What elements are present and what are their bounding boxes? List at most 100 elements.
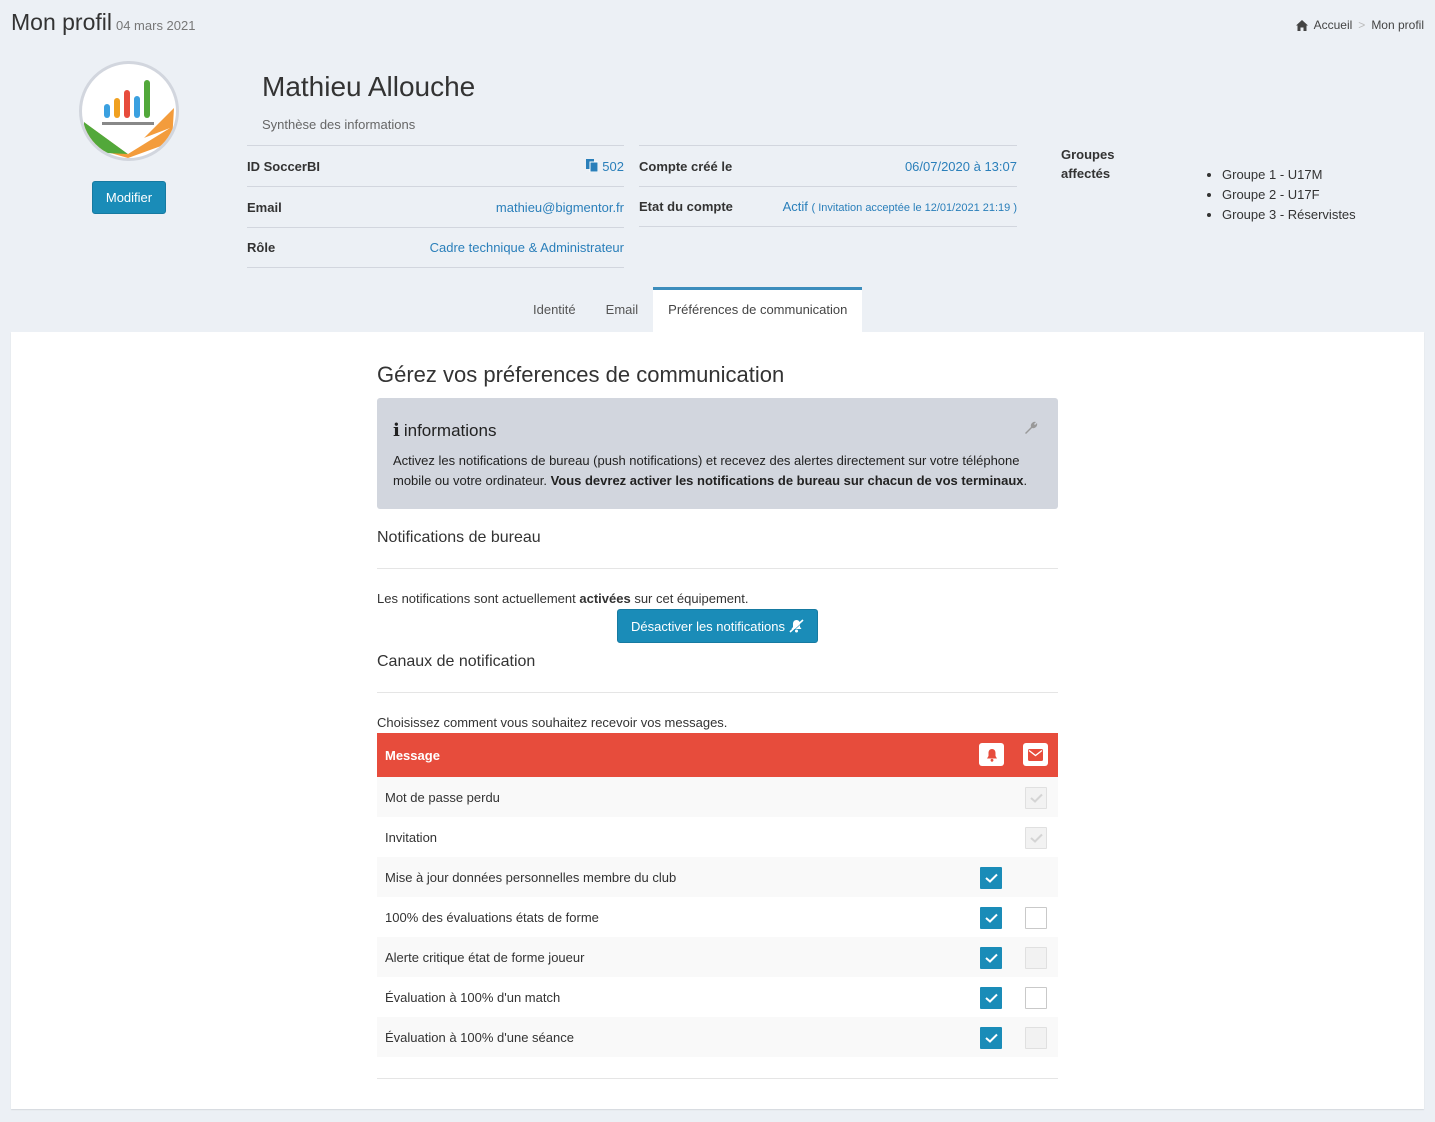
table-row: Mot de passe perdu	[377, 777, 1058, 817]
info-bold: Vous devrez activer les notifications de…	[550, 473, 1024, 488]
info-end: .	[1023, 473, 1028, 488]
id-value[interactable]: 502	[586, 158, 624, 174]
info-row-created: Compte créé le 06/07/2020 à 13:07	[639, 145, 1017, 186]
row-label: Invitation	[385, 829, 438, 845]
table-body: Mot de passe perdu Invitation Mise à jour …	[377, 777, 1058, 1057]
divider	[377, 1078, 1058, 1079]
table-row: 100% des évaluations états de forme	[377, 897, 1058, 937]
home-icon	[1295, 19, 1308, 31]
created-label: Compte créé le	[639, 158, 733, 174]
page-date: 04 mars 2021	[115, 18, 196, 33]
table-row: Mise à jour données personnelles membre …	[377, 857, 1058, 897]
row-label: Mise à jour données personnelles membre …	[385, 869, 677, 885]
push-checkbox[interactable]	[980, 1027, 1002, 1049]
table-row: Invitation	[377, 817, 1058, 857]
breadcrumb-separator: >	[1358, 18, 1366, 32]
info-body: Activez les notifications de bureau (pus…	[393, 451, 1042, 491]
preferences-content: Gérez vos préferences de communication i…	[11, 332, 1424, 1109]
deactivate-notifications-button[interactable]: Désactiver les notifications	[617, 609, 818, 643]
page-title-text: Mon profil	[11, 9, 112, 35]
row-label: Évaluation à 100% d'une séance	[385, 1029, 574, 1045]
group-item: Groupe 1 - U17M	[1222, 165, 1356, 185]
id-number: 502	[602, 158, 624, 174]
avatar	[79, 61, 179, 161]
push-checkbox[interactable]	[980, 947, 1002, 969]
push-checkbox[interactable]	[980, 987, 1002, 1009]
divider	[377, 692, 1058, 693]
push-checkbox[interactable]	[980, 907, 1002, 929]
envelope-icon	[1028, 748, 1043, 761]
group-item: Groupe 2 - U17F	[1222, 185, 1356, 205]
info-title: informations	[403, 420, 497, 440]
profile-tabs: Identité Email Préférences de communicat…	[518, 287, 863, 332]
info-row-id: ID SoccerBI 502	[247, 145, 624, 186]
status-post: sur cet équipement.	[634, 591, 749, 606]
wrench-icon[interactable]	[1024, 421, 1038, 435]
status-label: Etat du compte	[639, 199, 733, 214]
info-row-email: Email mathieu@bigmentor.fr	[247, 186, 624, 227]
profile-subtitle: Synthèse des informations	[262, 117, 416, 132]
email-column-header	[1023, 743, 1048, 766]
status-pre: Les notifications sont actuellement	[377, 591, 576, 606]
soccerbi-logo-icon	[84, 80, 174, 158]
tab-email[interactable]: Email	[591, 287, 654, 332]
email-checkbox[interactable]	[1025, 907, 1047, 929]
status-text: Actif	[782, 199, 808, 214]
table-row: Alerte critique état de forme joueur	[377, 937, 1058, 977]
status-bold: activées	[579, 591, 631, 606]
status-value: Actif ( Invitation acceptée le 12/01/202…	[783, 199, 1017, 214]
modifier-button[interactable]: Modifier	[92, 181, 166, 214]
role-value: Cadre technique & Administrateur	[429, 240, 624, 255]
status-detail: ( Invitation acceptée le 12/01/2021 21:1…	[811, 202, 1017, 214]
info-heading: i informations	[393, 420, 1042, 441]
notification-table: Message Mot de passe perdu Invitation Mise…	[377, 733, 1058, 1057]
email-checkbox[interactable]	[1025, 987, 1047, 1009]
breadcrumb-home[interactable]: Accueil	[1314, 18, 1353, 32]
info-callout: i informations Activez les notifications…	[377, 398, 1058, 509]
created-value: 06/07/2020 à 13:07	[904, 158, 1017, 174]
check-icon	[1029, 793, 1043, 803]
row-label: Alerte critique état de forme joueur	[385, 949, 585, 965]
bell-slash-icon	[789, 619, 804, 633]
check-icon	[984, 1033, 998, 1043]
table-header: Message	[377, 733, 1058, 777]
check-icon	[984, 953, 998, 963]
info-row-role: Rôle Cadre technique & Administrateur	[247, 227, 624, 268]
info-icon: i	[393, 420, 400, 441]
desktop-notifications-title: Notifications de bureau	[377, 529, 541, 546]
tab-identite[interactable]: Identité	[518, 287, 591, 332]
channels-text: Choisissez comment vous souhaitez recevo…	[377, 715, 728, 730]
table-row: Évaluation à 100% d'un match	[377, 977, 1058, 1017]
table-row: Évaluation à 100% d'une séance	[377, 1017, 1058, 1057]
tab-preferences[interactable]: Préférences de communication	[653, 287, 863, 332]
email-checkbox	[1025, 1027, 1047, 1049]
push-checkbox[interactable]	[980, 867, 1002, 889]
copy-icon	[586, 158, 599, 172]
email-checkbox	[1025, 827, 1047, 849]
id-label: ID SoccerBI	[247, 158, 320, 174]
channels-title: Canaux de notification	[377, 653, 536, 670]
notification-status: Les notifications sont actuellement acti…	[377, 591, 749, 606]
deactivate-label: Désactiver les notifications	[631, 618, 785, 634]
groups-label: Groupes affectés	[1061, 147, 1115, 181]
email-checkbox	[1025, 947, 1047, 969]
info-table-left: ID SoccerBI 502 Email mathieu@bigmentor.…	[247, 145, 624, 268]
row-label: Mot de passe perdu	[385, 789, 500, 805]
email-value[interactable]: mathieu@bigmentor.fr	[496, 200, 624, 215]
info-table-right: Compte créé le 06/07/2020 à 13:07 Etat d…	[639, 145, 1017, 227]
info-row-status: Etat du compte Actif ( Invitation accept…	[639, 186, 1017, 227]
section-title: Gérez vos préferences de communication	[377, 362, 785, 387]
push-column-header	[979, 743, 1004, 766]
bell-icon	[986, 748, 997, 762]
row-label: 100% des évaluations états de forme	[385, 909, 599, 925]
role-label: Rôle	[247, 240, 276, 255]
check-icon	[984, 913, 998, 923]
page-title: Mon profil 04 mars 2021	[11, 9, 195, 36]
row-label: Évaluation à 100% d'un match	[385, 989, 561, 1005]
check-icon	[984, 873, 998, 883]
profile-name: Mathieu Allouche	[262, 71, 476, 102]
email-label: Email	[247, 199, 282, 215]
breadcrumb-current: Mon profil	[1371, 18, 1424, 32]
email-checkbox	[1025, 787, 1047, 809]
breadcrumb: Accueil > Mon profil	[1295, 18, 1424, 32]
